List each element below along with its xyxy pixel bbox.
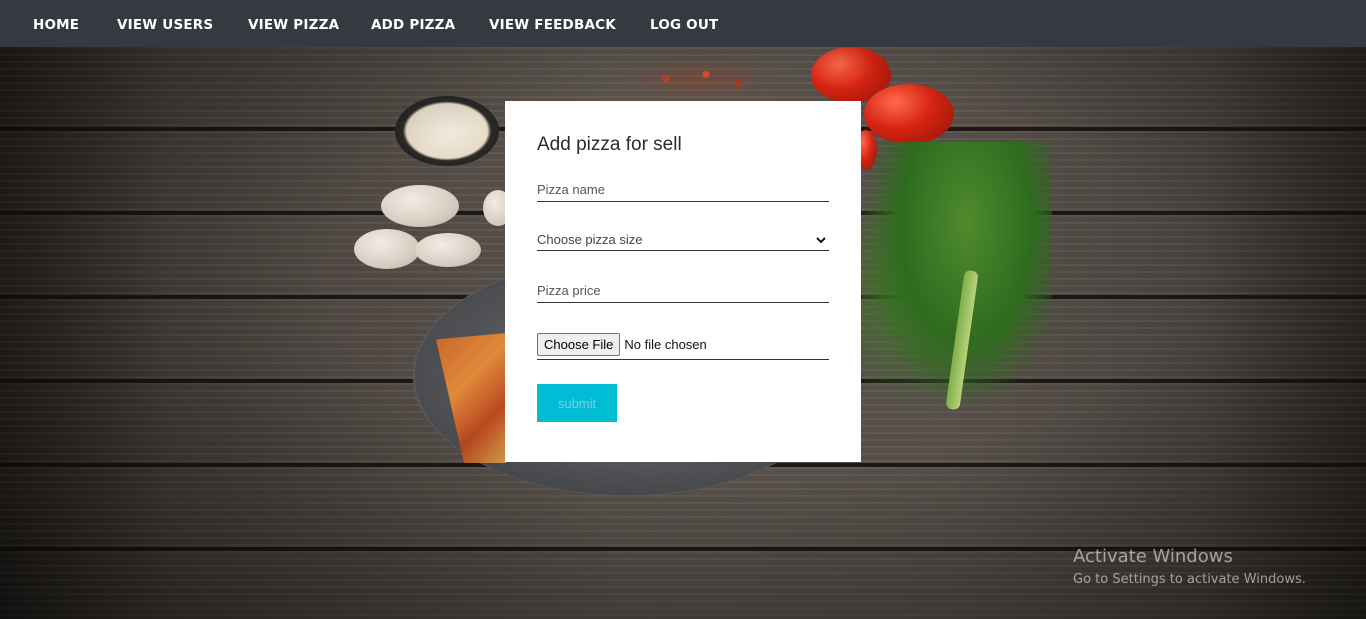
- choose-file-button[interactable]: Choose File: [537, 333, 621, 356]
- nav-logout-link[interactable]: LOG OUT: [650, 17, 718, 33]
- file-status-text: No file chosen: [624, 337, 707, 352]
- pizza-name-input[interactable]: [537, 178, 829, 202]
- top-navbar: HOME VIEW USERS VIEW PIZZA ADD PIZZA VIE…: [0, 0, 1366, 47]
- activate-windows-subtitle: Go to Settings to activate Windows.: [1073, 572, 1306, 587]
- add-pizza-form-card: Add pizza for sell Choose pizza size Cho…: [505, 101, 861, 462]
- chevron-down-icon: [816, 236, 826, 243]
- activate-windows-title: Activate Windows: [1073, 546, 1233, 567]
- pizza-price-input[interactable]: [537, 279, 829, 303]
- nav-view-feedback-link[interactable]: VIEW FEEDBACK: [489, 17, 616, 33]
- submit-button[interactable]: submit: [537, 384, 617, 422]
- pizza-image-file-input: Choose File No file chosen: [537, 330, 829, 360]
- nav-view-users-link[interactable]: VIEW USERS: [117, 17, 213, 33]
- pizza-size-selected-value: Choose pizza size: [537, 232, 643, 247]
- nav-home-link[interactable]: HOME: [33, 17, 79, 33]
- form-title: Add pizza for sell: [537, 134, 682, 155]
- pizza-size-select[interactable]: Choose pizza size: [537, 229, 829, 251]
- nav-view-pizza-link[interactable]: VIEW PIZZA: [248, 17, 339, 33]
- nav-add-pizza-link[interactable]: ADD PIZZA: [371, 17, 455, 33]
